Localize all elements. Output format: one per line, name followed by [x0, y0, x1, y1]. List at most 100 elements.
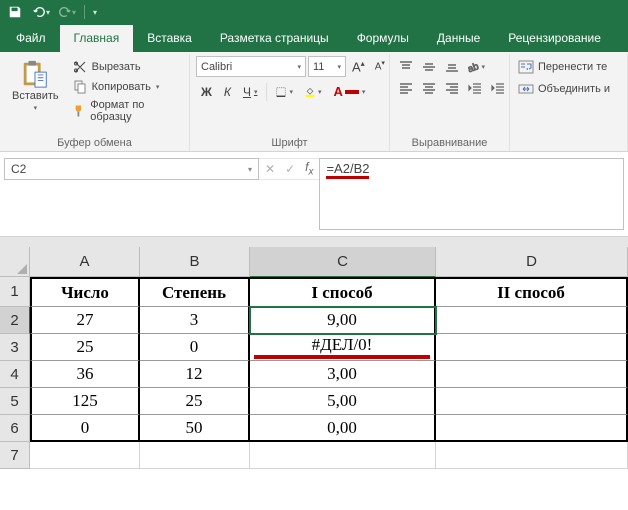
tab-file[interactable]: Файл	[2, 25, 60, 52]
cell-b7[interactable]	[140, 442, 250, 469]
col-header-c[interactable]: C	[250, 247, 436, 277]
quick-access-toolbar: ▾ ▾ ▾	[0, 0, 628, 24]
row-header-5[interactable]: 5	[0, 388, 30, 415]
merge-icon	[518, 81, 534, 97]
align-center-button[interactable]	[419, 79, 439, 97]
cell-a3[interactable]: 25	[30, 334, 140, 361]
merge-button[interactable]: Объединить и	[516, 78, 612, 100]
cell-a5[interactable]: 125	[30, 388, 140, 415]
formula-input[interactable]: =A2/B2	[319, 158, 624, 230]
cell-c5[interactable]: 5,00	[250, 388, 436, 415]
cell-d4[interactable]	[436, 361, 628, 388]
cancel-formula-icon[interactable]: ✕	[265, 162, 275, 176]
align-right-button[interactable]	[442, 79, 462, 97]
qat-customize-icon[interactable]: ▾	[93, 8, 97, 17]
underline-button[interactable]: Ч▾	[238, 82, 263, 102]
cell-c7[interactable]	[250, 442, 436, 469]
paste-button[interactable]: Вставить ▾	[6, 56, 65, 116]
cell-a7[interactable]	[30, 442, 140, 469]
worksheet: A B C D 1 Число Степень I способ II спос…	[0, 247, 628, 469]
insert-function-icon[interactable]: fx	[305, 160, 313, 177]
align-left-button[interactable]	[396, 79, 416, 97]
tab-insert[interactable]: Вставка	[133, 25, 206, 52]
group-font: Calibri▾ 11▾ A▴ A▾ Ж К Ч▾ ▾ ▾ A ▾	[190, 54, 390, 151]
font-color-button[interactable]: A ▾	[328, 81, 370, 102]
save-icon[interactable]	[6, 3, 24, 21]
cell-a4[interactable]: 36	[30, 361, 140, 388]
cell-b1[interactable]: Степень	[140, 277, 250, 307]
format-painter-button[interactable]: Формат по образцу	[69, 98, 183, 124]
cell-a2[interactable]: 27	[30, 307, 140, 334]
cell-b4[interactable]: 12	[140, 361, 250, 388]
row-header-3[interactable]: 3	[0, 334, 30, 361]
ribbon-tabs: Файл Главная Вставка Разметка страницы Ф…	[0, 24, 628, 52]
align-middle-button[interactable]	[419, 58, 439, 76]
group-label-font: Шрифт	[196, 135, 383, 151]
font-name-select[interactable]: Calibri▾	[196, 56, 306, 77]
row-header-2[interactable]: 2	[0, 307, 30, 334]
cell-d6[interactable]	[436, 415, 628, 442]
cell-d3[interactable]	[436, 334, 628, 361]
row-header-1[interactable]: 1	[0, 277, 30, 307]
tab-data[interactable]: Данные	[423, 25, 494, 52]
select-all-corner[interactable]	[0, 247, 30, 277]
scissors-icon	[72, 59, 88, 75]
font-size-select[interactable]: 11▾	[308, 56, 346, 77]
align-top-button[interactable]	[396, 58, 416, 76]
increase-indent-button[interactable]	[488, 79, 508, 97]
svg-text:ab: ab	[466, 61, 480, 74]
cut-label: Вырезать	[92, 61, 141, 73]
italic-button[interactable]: К	[219, 82, 236, 102]
border-icon	[276, 87, 286, 97]
cell-c1[interactable]: I способ	[250, 277, 436, 307]
row-header-7[interactable]: 7	[0, 442, 30, 469]
cell-b2[interactable]: 3	[140, 307, 250, 334]
row-header-6[interactable]: 6	[0, 415, 30, 442]
ribbon: Вставить ▾ Вырезать Копировать▾ Формат п…	[0, 52, 628, 152]
cell-d5[interactable]	[436, 388, 628, 415]
row-header-4[interactable]: 4	[0, 361, 30, 388]
orientation-button[interactable]: ab▾	[465, 58, 485, 76]
align-bottom-button[interactable]	[442, 58, 462, 76]
copy-icon	[72, 79, 88, 95]
cell-c4[interactable]: 3,00	[250, 361, 436, 388]
cut-button[interactable]: Вырезать	[69, 58, 183, 76]
bold-button[interactable]: Ж	[196, 82, 217, 102]
group-label-clipboard: Буфер обмена	[6, 135, 183, 151]
cell-b3[interactable]: 0	[140, 334, 250, 361]
wrap-text-button[interactable]: Перенести те	[516, 56, 609, 78]
wrap-text-icon	[518, 59, 534, 75]
cell-b5[interactable]: 25	[140, 388, 250, 415]
redo-icon[interactable]: ▾	[58, 3, 76, 21]
col-header-a[interactable]: A	[30, 247, 140, 277]
group-alignment: ab▾ Выравнивание	[390, 54, 510, 151]
cell-a6[interactable]: 0	[30, 415, 140, 442]
col-header-d[interactable]: D	[436, 247, 628, 277]
decrease-indent-button[interactable]	[465, 79, 485, 97]
cell-c3[interactable]: #ДЕЛ/0!	[250, 334, 436, 361]
fill-color-button[interactable]: ▾	[300, 84, 327, 100]
name-box[interactable]: C2 ▾	[4, 158, 259, 180]
cell-c6[interactable]: 0,00	[250, 415, 436, 442]
cell-d7[interactable]	[436, 442, 628, 469]
cell-d1[interactable]: II способ	[436, 277, 628, 307]
group-label-alignment: Выравнивание	[396, 135, 503, 151]
tab-review[interactable]: Рецензирование	[494, 25, 615, 52]
tab-home[interactable]: Главная	[60, 25, 134, 52]
decrease-font-button[interactable]: A▾	[371, 56, 389, 77]
undo-icon[interactable]: ▾	[32, 3, 50, 21]
border-button[interactable]: ▾	[271, 84, 298, 100]
group-clipboard: Вставить ▾ Вырезать Копировать▾ Формат п…	[0, 54, 190, 151]
col-header-b[interactable]: B	[140, 247, 250, 277]
format-painter-label: Формат по образцу	[90, 99, 180, 123]
cell-d2[interactable]	[436, 307, 628, 334]
tab-page-layout[interactable]: Разметка страницы	[206, 25, 343, 52]
bucket-icon	[305, 87, 315, 97]
cell-c2[interactable]: 9,00	[250, 307, 436, 334]
copy-button[interactable]: Копировать▾	[69, 78, 183, 96]
increase-font-button[interactable]: A▴	[348, 56, 369, 77]
tab-formulas[interactable]: Формулы	[343, 25, 423, 52]
cell-a1[interactable]: Число	[30, 277, 140, 307]
accept-formula-icon[interactable]: ✓	[285, 162, 295, 176]
cell-b6[interactable]: 50	[140, 415, 250, 442]
